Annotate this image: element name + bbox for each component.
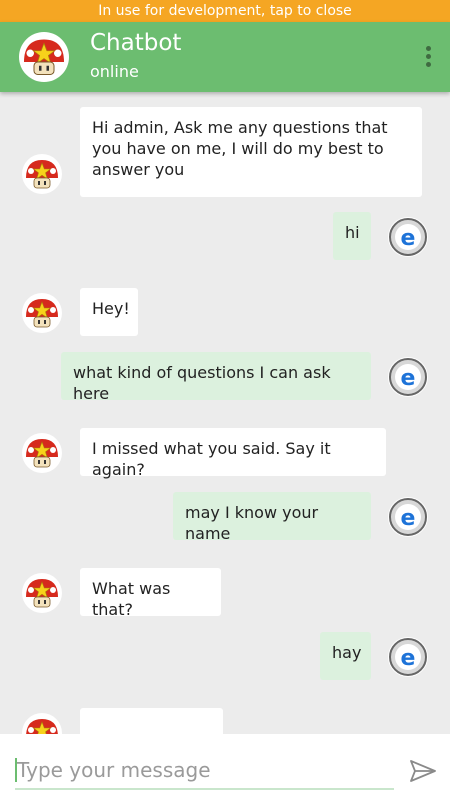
message-bubble: I missed what you said. Say it again? xyxy=(80,428,386,479)
mushroom-star-icon xyxy=(22,713,62,734)
browser-e-icon: e xyxy=(388,217,428,257)
mushroom-star-icon xyxy=(22,433,62,473)
svg-text:e: e xyxy=(401,506,416,531)
mushroom-star-icon[interactable] xyxy=(19,32,69,82)
svg-text:e: e xyxy=(401,646,416,671)
message-composer xyxy=(0,734,450,800)
chat-status: online xyxy=(90,62,139,81)
mushroom-star-icon xyxy=(22,154,62,194)
message-bubble: Hi admin, Ask me any questions that you … xyxy=(80,107,422,197)
message-bubble: hay xyxy=(320,632,371,680)
mushroom-star-icon xyxy=(22,573,62,613)
message-bubble: may I know your name xyxy=(173,492,371,543)
svg-text:e: e xyxy=(401,366,416,391)
browser-e-icon: e xyxy=(388,357,428,397)
send-icon[interactable] xyxy=(408,756,438,786)
browser-e-icon: e xyxy=(388,637,428,677)
message-bubble: what kind of questions I can ask here xyxy=(61,352,371,403)
message-input[interactable] xyxy=(15,752,394,790)
more-vert-icon[interactable] xyxy=(424,46,432,70)
dev-banner[interactable]: In use for development, tap to close xyxy=(0,0,450,22)
message-bubble: hi xyxy=(333,212,371,260)
text-cursor xyxy=(15,758,17,782)
app-bar: Chatbot online xyxy=(0,22,450,92)
message-bubble xyxy=(80,708,223,734)
chat-title: Chatbot xyxy=(90,30,182,56)
message-list[interactable]: Hi admin, Ask me any questions that you … xyxy=(0,92,450,734)
svg-text:e: e xyxy=(401,226,416,251)
message-bubble: Hey! xyxy=(80,288,138,336)
mushroom-star-icon xyxy=(22,293,62,333)
browser-e-icon: e xyxy=(388,497,428,537)
message-bubble: What was that? xyxy=(80,568,221,619)
